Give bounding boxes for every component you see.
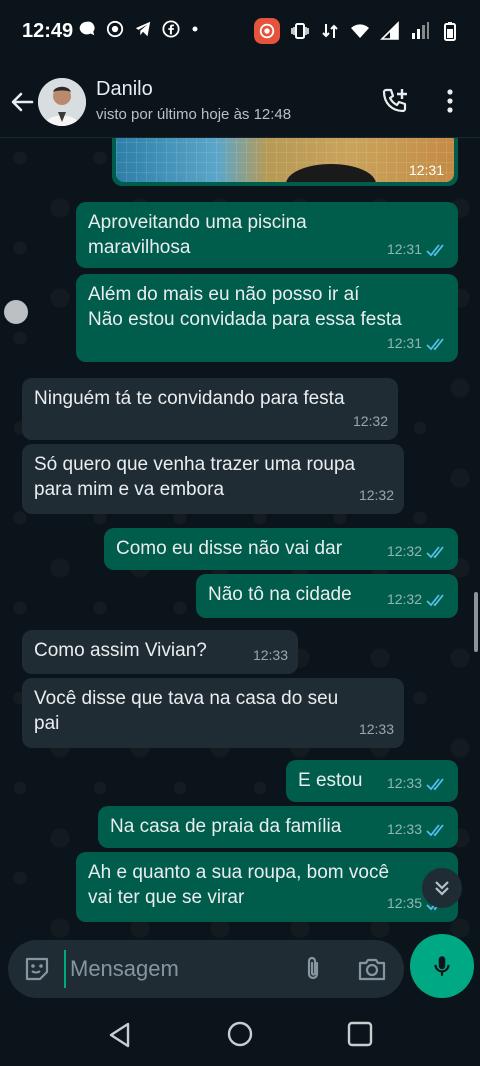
paperclip-icon[interactable] [298, 954, 328, 984]
data-transfer-icon [322, 24, 338, 38]
sticker-emoji-icon[interactable] [22, 954, 52, 984]
image-message[interactable]: 12:31 [112, 138, 458, 186]
message-input-box[interactable] [8, 940, 404, 998]
scroll-to-bottom-button[interactable] [422, 868, 462, 908]
status-bar: 12:49 [0, 0, 480, 64]
telegram-icon [135, 21, 151, 37]
message-time: 12:31 [408, 162, 444, 178]
notification-icons [78, 20, 200, 38]
message-bubble[interactable]: Só quero que venha trazer uma roupa para… [22, 444, 404, 514]
last-seen-status: visto por último hoje às 12:48 [96, 106, 292, 123]
add-call-icon[interactable] [380, 86, 410, 116]
read-ticks-icon [426, 593, 444, 606]
message-time: 12:31 [386, 241, 422, 257]
message-bubble[interactable]: Na casa de praia da família 12:33 [98, 806, 458, 848]
read-ticks-icon [426, 777, 444, 790]
message-time: 12:33 [386, 821, 422, 837]
double-chevron-down-icon [435, 881, 449, 896]
photo-thumbnail[interactable] [116, 138, 454, 182]
signal-icon [380, 21, 399, 40]
nav-recents-icon[interactable] [346, 1020, 374, 1048]
message-time: 12:33 [358, 721, 394, 737]
read-ticks-icon [426, 337, 444, 350]
message-time: 12:32 [386, 543, 422, 559]
voice-message-button[interactable] [410, 934, 474, 998]
message-bubble[interactable]: Além do mais eu não posso ir aí Não esto… [76, 274, 458, 362]
message-bubble[interactable]: Ah e quanto a sua roupa, bom você vai te… [76, 852, 458, 922]
read-ticks-icon [426, 243, 444, 256]
signal-bars-icon [412, 22, 429, 39]
chat-bubble-icon [79, 21, 95, 36]
avatar[interactable] [38, 78, 86, 126]
more-options-icon[interactable] [440, 86, 460, 116]
message-bubble[interactable]: E estou 12:33 [286, 760, 458, 802]
message-text: Só quero que venha trazer uma roupa para… [34, 454, 356, 500]
screen-recording-icon [254, 18, 280, 44]
message-text: Você disse que tava na casa do seu pai [34, 688, 339, 734]
chat-header: Danilo visto por último hoje às 12:48 [0, 64, 480, 138]
read-ticks-icon [426, 823, 444, 836]
message-composer [0, 934, 480, 1002]
floating-dot [4, 300, 28, 324]
status-time: 12:49 [22, 20, 74, 42]
message-text: Além do mais eu não posso ir aí Não esto… [88, 284, 402, 330]
message-time: 12:32 [386, 591, 422, 607]
scrollbar[interactable] [474, 592, 478, 652]
message-text: Como assim Vivian? [34, 640, 207, 661]
battery-icon [444, 22, 456, 41]
camera-icon[interactable] [356, 954, 388, 984]
message-text: Ninguém tá te convidando para festa [34, 388, 345, 409]
vibrate-icon [291, 23, 309, 39]
nav-back-icon[interactable] [106, 1020, 134, 1050]
message-bubble[interactable]: Como assim Vivian? 12:33 [22, 630, 298, 674]
nav-home-icon[interactable] [226, 1020, 254, 1048]
system-icons [254, 18, 460, 44]
message-time: 12:33 [386, 775, 422, 791]
message-bubble[interactable]: Como eu disse não vai dar 12:32 [104, 528, 458, 570]
message-time: 12:33 [252, 647, 288, 663]
message-bubble[interactable]: Ninguém tá te convidando para festa 12:3… [22, 378, 398, 440]
contact-name[interactable]: Danilo [96, 78, 153, 101]
message-bubble[interactable]: Não tô na cidade 12:32 [196, 574, 458, 618]
back-arrow-icon[interactable] [8, 88, 36, 116]
dot-icon [192, 26, 198, 32]
message-time: 12:32 [358, 487, 394, 503]
system-nav-bar [0, 1002, 480, 1066]
message-time: 12:31 [386, 335, 422, 351]
record-icon [106, 20, 124, 38]
chat-area[interactable]: 12:31 Aproveitando uma piscina maravilho… [0, 138, 480, 938]
message-bubble[interactable]: Aproveitando uma piscina maravilhosa 12:… [76, 202, 458, 268]
message-time: 12:35 [386, 895, 422, 911]
read-ticks-icon [426, 545, 444, 558]
wifi-icon [351, 24, 369, 38]
message-time: 12:32 [352, 413, 388, 429]
microphone-icon [434, 956, 450, 976]
facebook-icon [162, 20, 180, 38]
message-bubble[interactable]: Você disse que tava na casa do seu pai 1… [22, 678, 404, 748]
message-input[interactable] [64, 950, 274, 988]
